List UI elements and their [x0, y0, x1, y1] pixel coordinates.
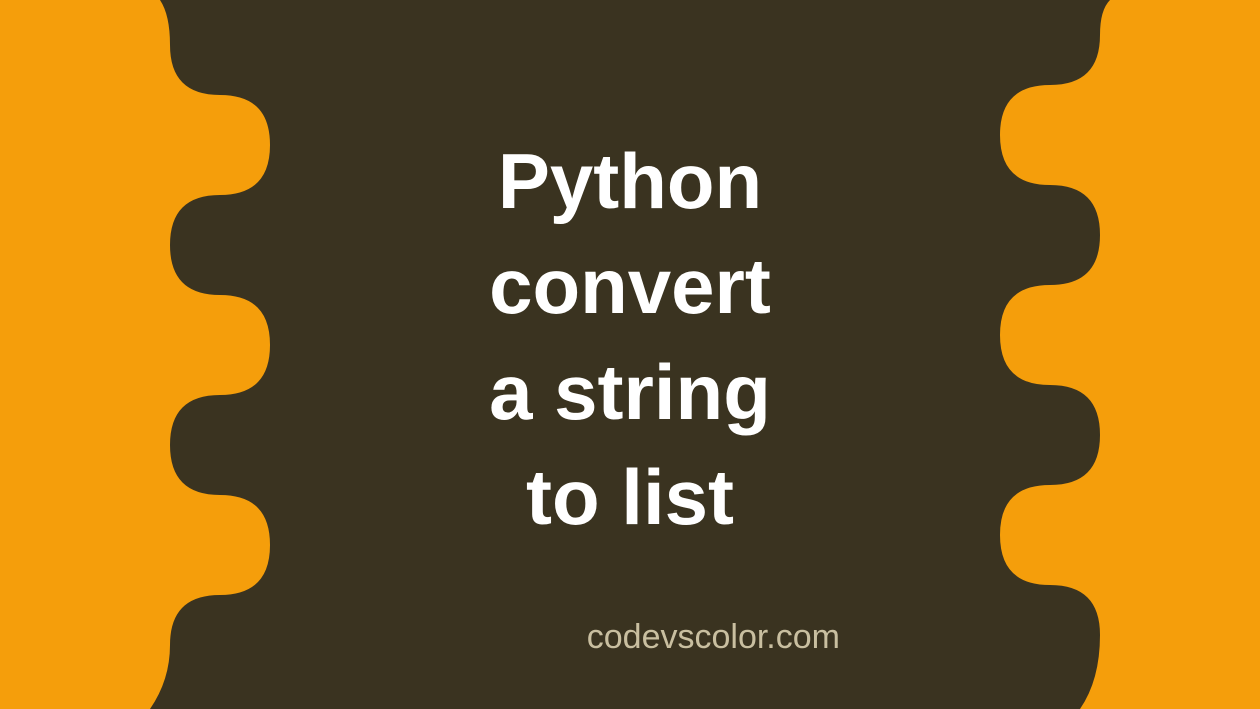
title-line-2: convert — [489, 234, 771, 339]
title-line-1: Python — [489, 129, 771, 234]
content-container: Python convert a string to list codevsco… — [0, 0, 1260, 709]
title-line-3: a string — [489, 340, 771, 445]
main-title: Python convert a string to list — [489, 129, 771, 550]
title-line-4: to list — [489, 445, 771, 550]
site-credit: codevscolor.com — [587, 618, 840, 657]
